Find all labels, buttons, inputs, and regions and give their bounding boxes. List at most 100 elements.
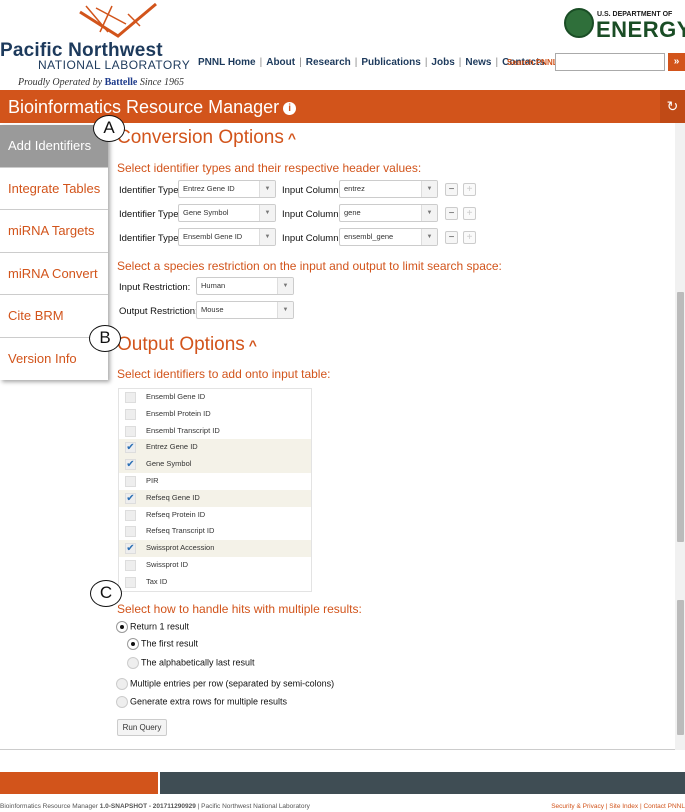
checkbox-icon[interactable] — [125, 526, 136, 538]
collapse-caret-icon[interactable]: ^ — [288, 130, 296, 146]
identifier-option[interactable]: Ensembl Protein ID — [119, 406, 311, 423]
identifier-type-label: Identifier Type: — [119, 233, 182, 244]
sidebar-item-mirna-targets[interactable]: miRNA Targets — [0, 210, 108, 253]
chevron-down-icon: ▼ — [421, 205, 437, 221]
identifier-option[interactable]: ✔ Gene Symbol — [119, 456, 311, 474]
add-row-button[interactable]: + — [463, 207, 476, 220]
identifier-option[interactable]: Refseq Protein ID — [119, 507, 311, 524]
alpha-last-option[interactable]: The alphabetically last result — [127, 657, 255, 671]
identifier-type-label: Identifier Type: — [119, 185, 182, 196]
remove-row-button[interactable]: − — [445, 207, 458, 220]
operated-by-text: Proudly Operated by Battelle Since 1965 — [18, 77, 184, 88]
input-column-select[interactable]: ensembl_gene ▼ — [339, 228, 438, 246]
chevron-down-icon: ▼ — [421, 229, 437, 245]
identifier-option[interactable]: Ensembl Gene ID — [119, 389, 311, 406]
checkbox-icon[interactable] — [125, 392, 136, 403]
identifier-option[interactable]: Refseq Transcript ID — [119, 523, 311, 540]
identifier-option-label: PIR — [146, 476, 159, 485]
sidebar-item-integrate-tables[interactable]: Integrate Tables — [0, 168, 108, 210]
doe-logo[interactable]: U.S. DEPARTMENT OF ENERGY — [564, 8, 685, 42]
identifier-option[interactable]: Ensembl Transcript ID — [119, 423, 311, 440]
output-options-heading[interactable]: Output Options ^ — [117, 334, 257, 356]
identifier-option[interactable]: PIR — [119, 473, 311, 490]
chevron-down-icon: ▼ — [259, 229, 275, 245]
marker-a: A — [93, 115, 125, 142]
marker-b: B — [89, 325, 121, 352]
nav-news[interactable]: News — [465, 57, 491, 68]
input-restriction-label: Input Restriction: — [119, 282, 191, 293]
checkbox-icon[interactable]: ✔ — [125, 492, 136, 504]
remove-row-button[interactable]: − — [445, 183, 458, 196]
app-title: Bioinformatics Resource Manager i — [8, 97, 297, 118]
first-result-option[interactable]: The first result — [127, 638, 198, 652]
chevron-down-icon: ▼ — [259, 181, 275, 197]
output-instruction: Select identifiers to add onto input tab… — [117, 367, 331, 381]
identifier-option[interactable]: ✔ Refseq Gene ID — [119, 489, 311, 507]
search-button[interactable]: » — [668, 53, 685, 71]
extra-rows-option[interactable]: Generate extra rows for multiple results — [116, 696, 287, 710]
add-row-button[interactable]: + — [463, 183, 476, 196]
identifier-option[interactable]: Tax ID — [119, 574, 311, 591]
nav-research[interactable]: Research — [306, 57, 351, 68]
refresh-icon[interactable]: ↻ — [660, 90, 685, 123]
identifier-option[interactable]: Swissprot ID — [119, 557, 311, 574]
chevron-down-icon: ▼ — [277, 302, 293, 318]
doe-big-text: ENERGY — [596, 17, 685, 42]
identifier-type-select[interactable]: Ensembl Gene ID ▼ — [178, 228, 276, 246]
conversion-options-heading[interactable]: Conversion Options ^ — [117, 127, 296, 149]
radio-icon[interactable] — [116, 678, 128, 690]
collapse-caret-icon[interactable]: ^ — [249, 337, 257, 353]
nav-jobs[interactable]: Jobs — [431, 57, 454, 68]
search-input[interactable] — [555, 53, 665, 71]
return-one-option[interactable]: Return 1 result — [116, 621, 189, 635]
doe-seal-icon — [564, 8, 594, 38]
checkbox-icon[interactable] — [125, 560, 136, 571]
checkbox-icon[interactable]: ✔ — [125, 459, 136, 471]
identifier-option-label: Ensembl Gene ID — [146, 392, 206, 401]
identifier-option[interactable]: ✔ Swissprot Accession — [119, 540, 311, 558]
input-restriction-select[interactable]: Human ▼ — [196, 277, 294, 295]
checkbox-icon[interactable]: ✔ — [125, 442, 136, 454]
input-column-label: Input Column: — [282, 233, 342, 244]
footer-links[interactable]: Security & Privacy | Site Index | Contac… — [551, 803, 685, 810]
input-column-label: Input Column: — [282, 185, 342, 196]
nav-publications[interactable]: Publications — [361, 57, 420, 68]
checkbox-icon[interactable] — [125, 476, 136, 487]
chevron-down-icon: ▼ — [259, 205, 275, 221]
radio-icon[interactable] — [116, 696, 128, 708]
checkbox-icon[interactable] — [125, 576, 136, 588]
input-column-select[interactable]: gene ▼ — [339, 204, 438, 222]
checkbox-icon[interactable] — [125, 509, 136, 521]
identifier-option-label: Refseq Transcript ID — [146, 526, 215, 536]
sidebar-item-mirna-convert[interactable]: miRNA Convert — [0, 253, 108, 295]
radio-icon[interactable] — [127, 657, 139, 669]
nav-about[interactable]: About — [266, 57, 295, 68]
output-restriction-label: Output Restriction: — [119, 306, 198, 317]
output-restriction-select[interactable]: Mouse ▼ — [196, 301, 294, 319]
scroll-thumb-lower[interactable] — [677, 600, 684, 735]
pnnl-logo[interactable]: Pacific Northwest NATIONAL LABORATORY Pr… — [0, 0, 200, 92]
nav-pnnl-home[interactable]: PNNL Home — [198, 57, 256, 68]
checkbox-icon[interactable]: ✔ — [125, 543, 136, 555]
input-column-select[interactable]: entrez ▼ — [339, 180, 438, 198]
identifier-option[interactable]: ✔ Entrez Gene ID — [119, 439, 311, 457]
info-icon[interactable]: i — [283, 101, 297, 115]
scroll-thumb[interactable] — [677, 292, 684, 542]
checkbox-icon[interactable] — [125, 425, 136, 437]
remove-row-button[interactable]: − — [445, 231, 458, 244]
identifier-type-select[interactable]: Gene Symbol ▼ — [178, 204, 276, 222]
identifier-option-label: Refseq Protein ID — [146, 509, 206, 519]
species-instruction: Select a species restriction on the inpu… — [117, 259, 502, 273]
chevron-down-icon: ▼ — [277, 278, 293, 294]
top-navigation: PNNL Home | About | Research | Publications | Jo… — [198, 57, 545, 68]
run-query-button[interactable]: Run Query — [117, 719, 167, 736]
add-row-button[interactable]: + — [463, 231, 476, 244]
logo-subtitle: NATIONAL LABORATORY — [38, 58, 191, 72]
identifier-checklist: Ensembl Gene ID Ensembl Protein ID Ensembl… — [118, 388, 312, 592]
sidebar-item-add-identifiers[interactable]: Add Identifiers — [0, 125, 108, 168]
multiple-entries-option[interactable]: Multiple entries per row (separated by s… — [116, 678, 334, 692]
radio-icon[interactable] — [116, 621, 128, 633]
checkbox-icon[interactable] — [125, 408, 136, 420]
radio-icon[interactable] — [127, 638, 139, 650]
identifier-type-select[interactable]: Entrez Gene ID ▼ — [178, 180, 276, 198]
